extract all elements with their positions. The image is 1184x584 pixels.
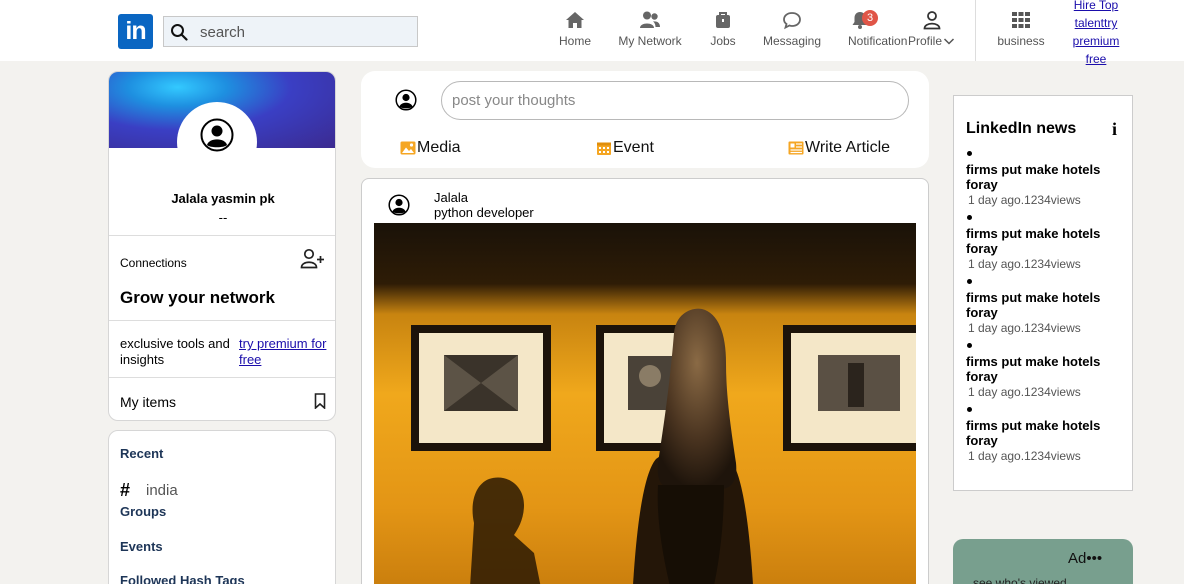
news-item[interactable]: firms put make hotels foray 1 day ago.12…	[966, 279, 1126, 335]
nav-home[interactable]: Home	[556, 10, 594, 54]
event-button[interactable]: Event	[596, 139, 654, 157]
nav-my-network-label: My Network	[618, 34, 682, 48]
news-item[interactable]: firms put make hotels foray 1 day ago.12…	[966, 343, 1126, 399]
news-title: LinkedIn news	[966, 120, 1077, 137]
hashtag-icon: #	[120, 480, 131, 500]
grid-icon	[1012, 12, 1030, 28]
nav-messaging-label: Messaging	[762, 34, 822, 48]
ad-text: see who's viewed	[973, 576, 1067, 584]
recent-card: Recent # india Groups Events Followed Ha…	[108, 430, 336, 584]
recent-heading: Recent	[120, 446, 164, 461]
linkedin-logo[interactable]: in	[118, 14, 153, 49]
profile-name[interactable]: Jalala yasmin pk	[109, 191, 335, 206]
user-avatar-icon[interactable]	[388, 194, 410, 216]
news-item-meta: 1 day ago.1234views	[968, 193, 1081, 207]
recent-hashtag-item[interactable]: india	[146, 482, 178, 499]
nav-profile[interactable]: Profile	[908, 10, 956, 54]
post-author[interactable]: Jalala	[434, 190, 468, 205]
ad-label: Ad•••	[1068, 550, 1103, 567]
person-icon	[923, 11, 941, 30]
search-input[interactable]	[200, 22, 410, 42]
bullet-icon	[967, 343, 972, 348]
news-item-title: firms put make hotels foray	[966, 226, 1101, 256]
info-icon[interactable]: i	[1112, 119, 1117, 140]
bullet-icon	[967, 407, 972, 412]
chevron-down-icon	[943, 38, 955, 45]
nav-business[interactable]: business	[994, 10, 1048, 54]
try-premium-link[interactable]: try premium for free	[239, 336, 331, 368]
news-item-meta: 1 day ago.1234views	[968, 385, 1081, 399]
briefcase-icon	[716, 12, 730, 28]
chat-bubble-icon	[783, 12, 801, 30]
top-navbar: in Home My Network Jobs	[0, 0, 1184, 66]
groups-link[interactable]: Groups	[120, 504, 166, 519]
user-avatar-icon	[200, 118, 234, 152]
avatar[interactable]	[177, 102, 257, 182]
profile-subtitle: --	[218, 210, 228, 225]
feed-post: Jalala python developer	[361, 178, 929, 584]
linkedin-news-panel: LinkedIn news i firms put make hotels fo…	[953, 95, 1133, 491]
news-item-title: firms put make hotels foray	[966, 354, 1101, 384]
event-label: Event	[613, 139, 654, 156]
news-item-meta: 1 day ago.1234views	[968, 449, 1081, 463]
user-avatar-icon	[395, 89, 417, 111]
search-icon	[171, 24, 188, 41]
news-item[interactable]: firms put make hotels foray 1 day ago.12…	[966, 151, 1126, 207]
connections-label[interactable]: Connections	[120, 256, 187, 270]
bullet-icon	[967, 215, 972, 220]
bookmark-icon[interactable]	[314, 393, 326, 409]
write-article-button[interactable]: Write Article	[788, 139, 890, 157]
network-icon	[640, 11, 660, 28]
nav-jobs[interactable]: Jobs	[706, 10, 740, 54]
post-author-headline: python developer	[434, 205, 534, 220]
followed-hashtags-link[interactable]: Followed Hash Tags	[120, 573, 245, 584]
newspaper-icon	[788, 141, 804, 155]
post-image[interactable]	[374, 223, 916, 584]
compose-box: Media Event Write Article	[361, 71, 929, 168]
news-item[interactable]: firms put make hotels foray 1 day ago.12…	[966, 407, 1126, 463]
post-input[interactable]	[441, 81, 909, 120]
news-item-meta: 1 day ago.1234views	[968, 321, 1081, 335]
calendar-icon	[597, 142, 611, 155]
ad-card[interactable]: Ad••• see who's viewed	[953, 539, 1133, 584]
profile-label-text: Profile	[908, 34, 943, 48]
grow-network-label[interactable]: Grow your network	[120, 288, 275, 308]
media-button[interactable]: Media	[400, 139, 461, 157]
notification-badge: 3	[862, 10, 878, 26]
nav-notification[interactable]: 3 Notification	[848, 10, 912, 54]
nav-jobs-label: Jobs	[710, 34, 736, 48]
divider	[109, 320, 335, 321]
bullet-icon	[967, 279, 972, 284]
news-item-title: firms put make hotels foray	[966, 418, 1101, 448]
profile-card: Jalala yasmin pk -- Connections Grow you…	[108, 71, 336, 421]
bullet-icon	[967, 151, 972, 156]
news-item-title: firms put make hotels foray	[966, 162, 1101, 192]
nav-business-label: business	[997, 34, 1045, 48]
nav-notification-label: Notification	[848, 34, 908, 48]
events-link[interactable]: Events	[120, 539, 163, 554]
image-icon	[400, 141, 416, 155]
search-bar	[163, 16, 418, 47]
news-item[interactable]: firms put make hotels foray 1 day ago.12…	[966, 215, 1126, 271]
divider	[109, 235, 335, 236]
exclusive-tools-text: exclusive tools and insights	[120, 336, 230, 367]
write-article-label: Write Article	[805, 139, 891, 156]
nav-divider	[975, 0, 976, 61]
news-item-meta: 1 day ago.1234views	[968, 257, 1081, 271]
nav-my-network[interactable]: My Network	[616, 10, 684, 54]
news-item-title: firms put make hotels foray	[966, 290, 1101, 320]
media-label: Media	[417, 139, 461, 156]
nav-profile-label: Profile	[908, 34, 956, 48]
my-items-label[interactable]: My items	[120, 394, 176, 410]
hire-premium-link[interactable]: Hire Top talenttry premium free	[1068, 0, 1124, 68]
divider	[109, 377, 335, 378]
home-icon	[566, 12, 584, 28]
nav-home-label: Home	[558, 34, 591, 48]
add-connection-icon[interactable]	[300, 248, 326, 270]
nav-messaging[interactable]: Messaging	[761, 10, 823, 54]
